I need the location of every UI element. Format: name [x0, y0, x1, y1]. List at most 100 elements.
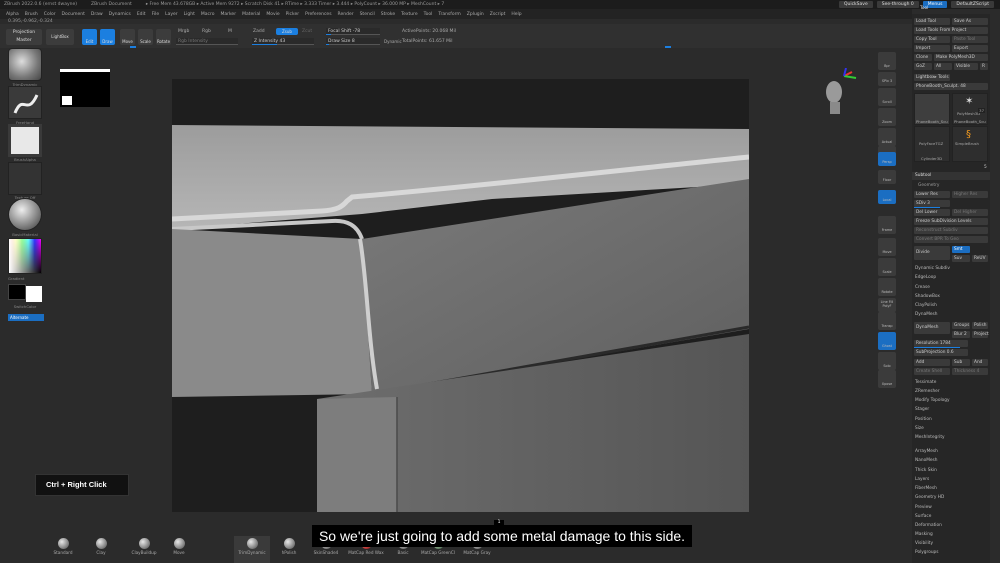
- brush-clay[interactable]: Clay: [86, 536, 116, 563]
- draw-size-slider[interactable]: Draw Size 8: [326, 38, 380, 45]
- move-view-button[interactable]: Move: [878, 238, 896, 256]
- mrgb-toggle[interactable]: Mrgb: [178, 29, 189, 34]
- persp-button[interactable]: Persp: [878, 152, 896, 166]
- modify-topology-section[interactable]: Modify Topology: [915, 397, 950, 405]
- brush-standard[interactable]: Standard: [48, 536, 78, 563]
- zremesher-section[interactable]: ZRemesher: [915, 388, 940, 396]
- texture-thumbnail[interactable]: [8, 162, 42, 195]
- menu-render[interactable]: Render: [338, 12, 354, 17]
- frame-button[interactable]: Frame: [878, 216, 896, 234]
- fibermesh-section[interactable]: FiberMesh: [915, 485, 937, 493]
- tool-tile-phonebooth[interactable]: PhoneBooth_Scu: [914, 93, 950, 125]
- color-picker[interactable]: [8, 238, 42, 274]
- sdiv-slider[interactable]: SDiv 3: [914, 200, 950, 207]
- menu-alpha[interactable]: Alpha: [6, 12, 19, 17]
- tray-toggle-right[interactable]: [665, 46, 671, 48]
- canvas-viewport[interactable]: [172, 79, 749, 512]
- edgeloop-section[interactable]: EdgeLoop: [915, 274, 936, 282]
- lightbox-tools-button[interactable]: Lightbox▸ Tools: [914, 74, 950, 81]
- zoom-button[interactable]: Zoom: [878, 108, 896, 126]
- surface-section[interactable]: Surface: [915, 513, 931, 521]
- rotate-view-button[interactable]: Rotate: [878, 278, 896, 296]
- menu-edit[interactable]: Edit: [137, 12, 146, 17]
- menu-document[interactable]: Document: [62, 12, 85, 17]
- thick-skin-section[interactable]: Thick Skin: [915, 467, 937, 475]
- scroll-button[interactable]: Scroll: [878, 88, 896, 106]
- layers-section[interactable]: Layers: [915, 476, 929, 484]
- rgb-intensity-slider[interactable]: Rgb Intensity: [176, 38, 238, 45]
- menu-file[interactable]: File: [152, 12, 160, 17]
- shadowbox-section[interactable]: ShadowBox: [915, 293, 940, 301]
- actual-button[interactable]: Actual: [878, 128, 896, 146]
- sub-button[interactable]: Sub: [952, 359, 970, 366]
- deformation-section[interactable]: Deformation: [915, 522, 942, 530]
- and-button[interactable]: And: [972, 359, 988, 366]
- paste-tool-button[interactable]: Paste Tool: [952, 36, 988, 43]
- load-tool-button[interactable]: Load Tool: [914, 18, 950, 25]
- crease-section[interactable]: Crease: [915, 284, 930, 292]
- load-from-project-button[interactable]: Load Tools From Project: [914, 27, 988, 34]
- menu-transform[interactable]: Transform: [438, 12, 460, 17]
- menu-layer[interactable]: Layer: [165, 12, 178, 17]
- ghost-button[interactable]: Ghost: [878, 332, 896, 350]
- preview-section[interactable]: Preview: [915, 504, 932, 512]
- zcut-toggle[interactable]: Zcut: [302, 29, 312, 34]
- dynamic-toggle[interactable]: Dynamic: [384, 39, 402, 44]
- menu-stroke[interactable]: Stroke: [381, 12, 395, 17]
- menu-movie[interactable]: Movie: [266, 12, 279, 17]
- lower-res-button[interactable]: Lower Res: [914, 191, 950, 198]
- clone-button[interactable]: Clone: [914, 54, 932, 61]
- brush-thumbnail[interactable]: [8, 48, 42, 81]
- focal-shift-slider[interactable]: Focal Shift -78: [326, 28, 380, 35]
- export-button[interactable]: Export: [952, 45, 988, 52]
- brush-trimdynamic[interactable]: TrimDynamic: [234, 536, 270, 563]
- tool-tile-simplebrush[interactable]: § SimpleBrush: [952, 126, 988, 162]
- menu-macro[interactable]: Macro: [201, 12, 215, 17]
- main-color-swatch[interactable]: [8, 284, 26, 300]
- alternate-button[interactable]: Alternate: [8, 314, 44, 321]
- menu-texture[interactable]: Texture: [401, 12, 417, 17]
- menu-preferences[interactable]: Preferences: [305, 12, 331, 17]
- goz-all-button[interactable]: All: [934, 63, 952, 70]
- m-toggle[interactable]: M: [228, 29, 232, 34]
- scale-view-button[interactable]: Scale: [878, 258, 896, 276]
- menu-picker[interactable]: Picker: [286, 12, 299, 17]
- dynamesh-button[interactable]: DynaMesh: [914, 322, 950, 334]
- resolution-slider[interactable]: Resolution 1784: [914, 340, 968, 347]
- groups-toggle[interactable]: Groups: [952, 322, 970, 329]
- view-gizmo[interactable]: [820, 67, 860, 120]
- del-lower-button[interactable]: Del Lower: [914, 209, 950, 216]
- polyf-button[interactable]: Line Fill PolyF: [878, 298, 896, 312]
- thickness-slider[interactable]: Thickness 4: [952, 368, 988, 375]
- tessimate-section[interactable]: Tessimate: [915, 379, 936, 387]
- freeze-subdiv-button[interactable]: Freeze SubDivision Levels: [914, 218, 988, 225]
- claypolish-section[interactable]: ClayPolish: [915, 302, 937, 310]
- dynamic-subdiv-section[interactable]: Dynamic Subdiv: [915, 265, 950, 273]
- draw-button[interactable]: Draw: [100, 29, 115, 45]
- alpha-thumbnail[interactable]: [8, 124, 42, 157]
- masking-section[interactable]: Masking: [915, 531, 933, 539]
- higher-res-button[interactable]: Higher Res: [952, 191, 988, 198]
- reconstruct-subdiv-button[interactable]: Reconstruct Subdiv: [914, 227, 988, 234]
- project-toggle[interactable]: Project: [972, 331, 989, 338]
- goz-button[interactable]: GoZ: [914, 63, 932, 70]
- edit-button[interactable]: Edit: [82, 29, 97, 45]
- subprojection-slider[interactable]: SubProjection 0.6: [914, 349, 968, 356]
- menu-material[interactable]: Material: [242, 12, 260, 17]
- seethrough-slider[interactable]: See-through 0: [876, 1, 919, 8]
- import-button[interactable]: Import: [914, 45, 950, 52]
- rotate-button[interactable]: Rotate: [156, 29, 171, 45]
- dynamesh-section[interactable]: DynaMesh: [915, 311, 938, 319]
- goz-r-button[interactable]: R: [980, 63, 988, 70]
- solo-button[interactable]: Solo: [878, 352, 896, 370]
- menu-draw[interactable]: Draw: [91, 12, 103, 17]
- brush-claybuildup[interactable]: ClayBuildup: [126, 536, 162, 563]
- move-button[interactable]: Move: [120, 29, 135, 45]
- make-polymesh-button[interactable]: Make PolyMesh3D: [934, 54, 988, 61]
- zadd-toggle[interactable]: Zadd: [253, 29, 265, 34]
- menu-marker[interactable]: Marker: [221, 12, 237, 17]
- suv-toggle[interactable]: Suv: [952, 255, 970, 262]
- menu-help[interactable]: Help: [511, 12, 521, 17]
- position-section[interactable]: Position: [915, 416, 932, 424]
- menu-light[interactable]: Light: [184, 12, 195, 17]
